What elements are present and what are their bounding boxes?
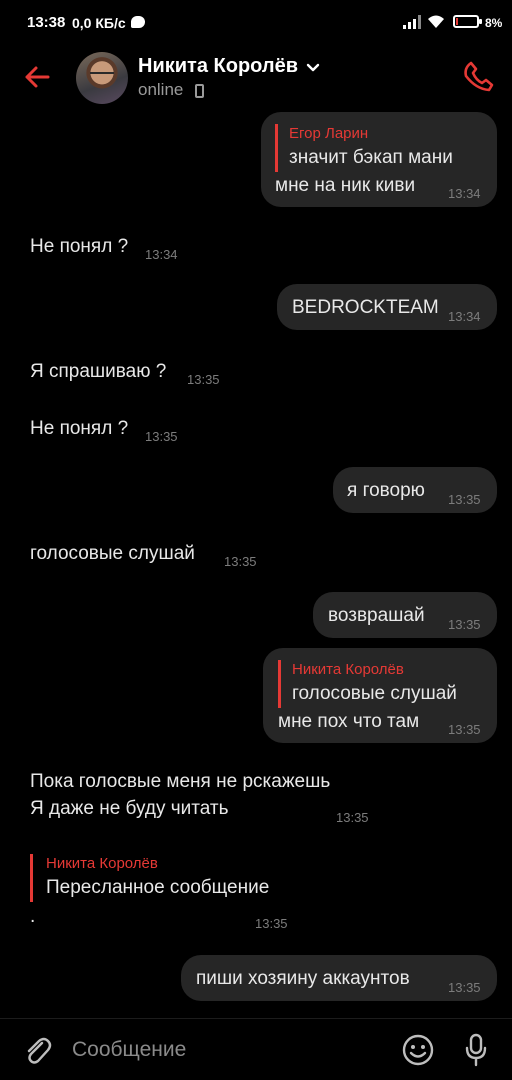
message-text: . xyxy=(30,906,36,927)
message-text: я говорю xyxy=(347,480,425,501)
message-input[interactable] xyxy=(72,1033,382,1067)
battery-level xyxy=(456,18,458,25)
status-bar: 13:38 0,0 КБ/с 8% xyxy=(0,0,512,44)
forwarded-quote[interactable]: Никита Королёв Пересланное сообщение xyxy=(30,854,269,902)
reply-text: значит бэкап мани xyxy=(289,147,453,168)
wifi-icon xyxy=(428,15,444,28)
message-text: мне пох что там xyxy=(278,711,420,732)
message-time: 13:35 xyxy=(187,372,220,387)
message-bubble-outgoing[interactable]: Никита Королёв голосовые слушай мне пох … xyxy=(263,648,497,743)
message-forwarded[interactable]: Никита Королёв Пересланное сообщение . 1… xyxy=(30,854,310,934)
message-time: 13:34 xyxy=(448,186,481,201)
reply-quote[interactable]: Никита Королёв голосовые слушай xyxy=(278,660,457,708)
battery-percent: 8% xyxy=(485,16,503,30)
status-time: 13:38 xyxy=(27,14,66,31)
chevron-down-icon[interactable] xyxy=(306,61,320,75)
message-text: возврашай xyxy=(328,605,425,626)
reply-text: голосовые слушай xyxy=(292,683,457,704)
battery-icon xyxy=(453,15,482,28)
message-time: 13:34 xyxy=(448,309,481,324)
message-text-incoming[interactable]: Не понял ? xyxy=(30,236,128,258)
message-time: 13:35 xyxy=(145,429,178,444)
emoji-icon[interactable] xyxy=(402,1034,434,1066)
message-bubble-outgoing[interactable]: пиши хозяину аккаунтов 13:35 xyxy=(181,955,497,1001)
message-bubble-outgoing[interactable]: Егор Ларин значит бэкап мани мне на ник … xyxy=(261,112,497,207)
message-list[interactable]: Егор Ларин значит бэкап мани мне на ник … xyxy=(0,110,512,1020)
message-time: 13:35 xyxy=(224,554,257,569)
message-text: мне на ник киви xyxy=(275,175,416,196)
mobile-phone-icon xyxy=(195,84,204,98)
message-time: 13:35 xyxy=(448,617,481,632)
message-time: 13:35 xyxy=(448,722,481,737)
contact-status: online xyxy=(138,80,184,99)
message-time: 13:34 xyxy=(145,247,178,262)
contact-avatar[interactable] xyxy=(76,52,128,104)
message-text-incoming[interactable]: голосовые слушай xyxy=(30,543,195,565)
message-text-incoming[interactable]: Не понял ? xyxy=(30,418,128,440)
message-time: 13:35 xyxy=(255,916,288,931)
chat-bubble-icon xyxy=(131,16,145,28)
reply-author: Никита Королёв xyxy=(292,661,404,678)
message-line: Я даже не буду читать xyxy=(30,798,229,819)
forward-author: Никита Королёв xyxy=(46,855,158,872)
reply-quote[interactable]: Егор Ларин значит бэкап мани xyxy=(275,124,453,172)
message-bubble-outgoing[interactable]: BEDROCKTEAM 13:34 xyxy=(277,284,497,330)
message-bubble-outgoing[interactable]: возврашай 13:35 xyxy=(313,592,497,638)
contact-name[interactable]: Никита Королёв xyxy=(138,55,298,78)
message-time: 13:35 xyxy=(448,980,481,995)
phone-call-icon[interactable] xyxy=(462,59,496,93)
message-text: пиши хозяину аккаунтов xyxy=(196,968,410,989)
message-text-incoming[interactable]: Я спрашиваю ? xyxy=(30,361,166,383)
back-arrow-icon[interactable] xyxy=(20,60,54,94)
message-text: BEDROCKTEAM xyxy=(292,297,439,318)
signal-icon xyxy=(403,15,421,29)
status-network-speed: 0,0 КБ/с xyxy=(72,15,126,31)
paperclip-icon[interactable] xyxy=(22,1034,52,1066)
message-incoming[interactable]: Пока голосвые меня не рскажешь Я даже не… xyxy=(30,771,390,831)
message-time: 13:35 xyxy=(448,492,481,507)
composer-bar xyxy=(0,1018,512,1080)
message-bubble-outgoing[interactable]: я говорю 13:35 xyxy=(333,467,497,513)
microphone-icon[interactable] xyxy=(464,1033,488,1067)
chat-header: Никита Королёв online xyxy=(0,44,512,114)
message-line: Пока голосвые меня не рскажешь xyxy=(30,771,331,792)
message-time: 13:35 xyxy=(336,810,369,825)
reply-author: Егор Ларин xyxy=(289,125,369,142)
forward-text: Пересланное сообщение xyxy=(46,877,270,898)
